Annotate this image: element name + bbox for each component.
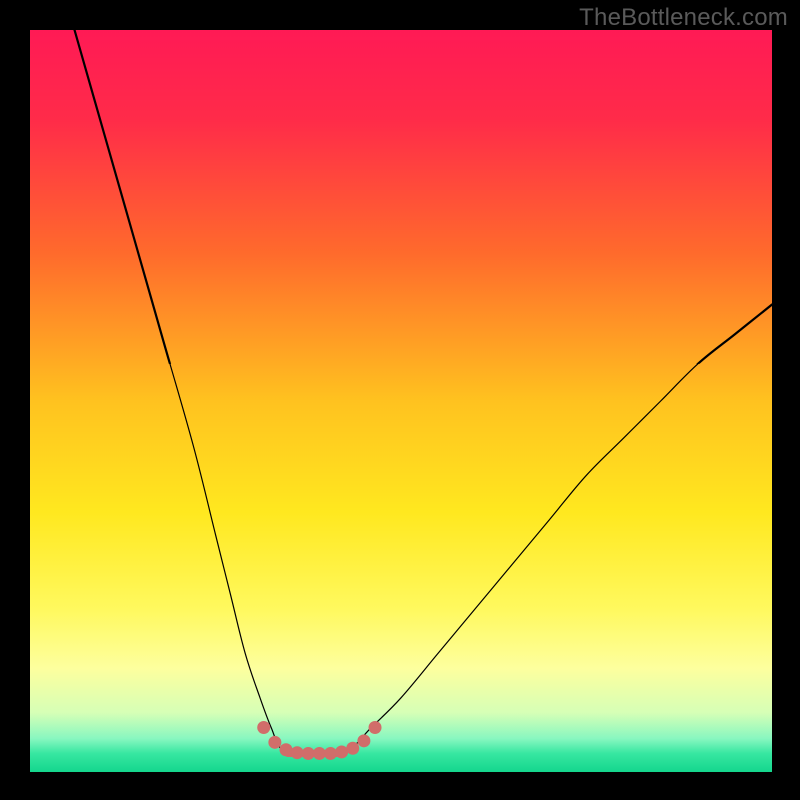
plot-area — [30, 30, 772, 772]
watermark-text: TheBottleneck.com — [579, 4, 788, 32]
chart-frame: TheBottleneck.com — [0, 0, 800, 800]
